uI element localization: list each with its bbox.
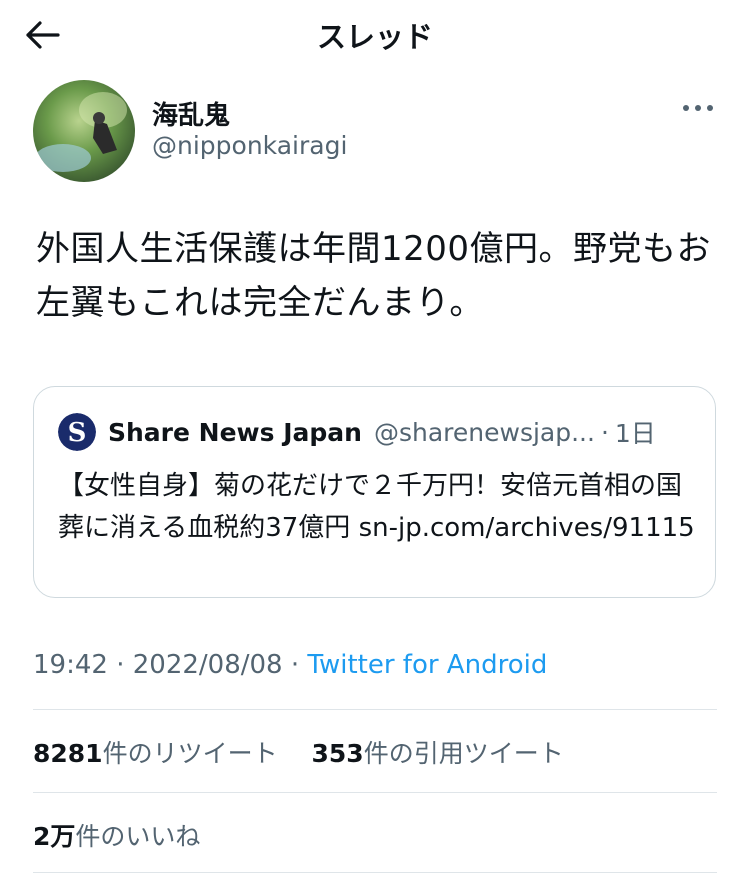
divider xyxy=(33,792,717,793)
quoted-account-logo: S xyxy=(58,413,96,451)
meta-separator: · xyxy=(116,650,125,680)
quoted-author-name: Share News Japan xyxy=(108,417,362,447)
divider xyxy=(33,709,717,710)
quoted-author-handle: @sharenewsjap... xyxy=(373,417,595,447)
tweet-meta: 19:42 · 2022/08/08 · Twitter for Android xyxy=(33,650,547,680)
quoted-separator: · xyxy=(600,417,609,447)
retweet-label: 件のリツイート xyxy=(102,739,278,768)
avatar-image xyxy=(33,80,135,182)
author-handle[interactable]: @nipponkairagi xyxy=(152,131,347,160)
tweet-text: 外国人生活保護は年間1200億円。野党もお左翼もこれは完全だんまり。 xyxy=(36,229,712,323)
quoted-logo-letter: S xyxy=(68,418,87,448)
quote-tweets-stat[interactable]: 353件の引用ツイート xyxy=(312,739,564,768)
avatar[interactable] xyxy=(33,80,135,182)
quote-tweet-count: 353 xyxy=(311,739,364,768)
more-options-button[interactable] xyxy=(676,92,720,124)
stats-row-shares: 8281件のリツイート 353件の引用ツイート xyxy=(33,734,564,770)
tweet-date[interactable]: 2022/08/08 xyxy=(133,650,283,680)
tweet-source-link[interactable]: Twitter for Android xyxy=(307,650,547,680)
divider xyxy=(33,872,717,873)
more-horizontal-icon xyxy=(683,105,713,111)
quote-tweet-label: 件の引用ツイート xyxy=(363,739,564,768)
tweet-time: 19:42 xyxy=(33,650,108,680)
stats-row-likes: 2万件のいいね xyxy=(33,817,200,853)
author-display-name[interactable]: 海乱鬼 xyxy=(152,95,230,132)
quoted-tweet-text: 【女性自身】菊の花だけで２千万円！安倍元首相の国葬に消える血税約37億円 sn-… xyxy=(58,471,695,543)
like-count: 2万 xyxy=(33,822,76,851)
page-title: スレッド xyxy=(316,20,433,54)
likes-stat[interactable]: 2万件のいいね xyxy=(33,822,200,851)
like-label: 件のいいね xyxy=(75,822,201,851)
retweets-stat[interactable]: 8281件のリツイート xyxy=(33,739,278,768)
quoted-time: 1日 xyxy=(614,419,656,448)
meta-separator: · xyxy=(290,650,300,680)
quoted-tweet-header: S Share News Japan @sharenewsjap... · 1日 xyxy=(58,413,695,451)
top-bar: スレッド xyxy=(0,0,750,68)
quoted-tweet-card[interactable]: S Share News Japan @sharenewsjap... · 1日… xyxy=(33,386,716,598)
retweet-count: 8281 xyxy=(33,739,103,768)
